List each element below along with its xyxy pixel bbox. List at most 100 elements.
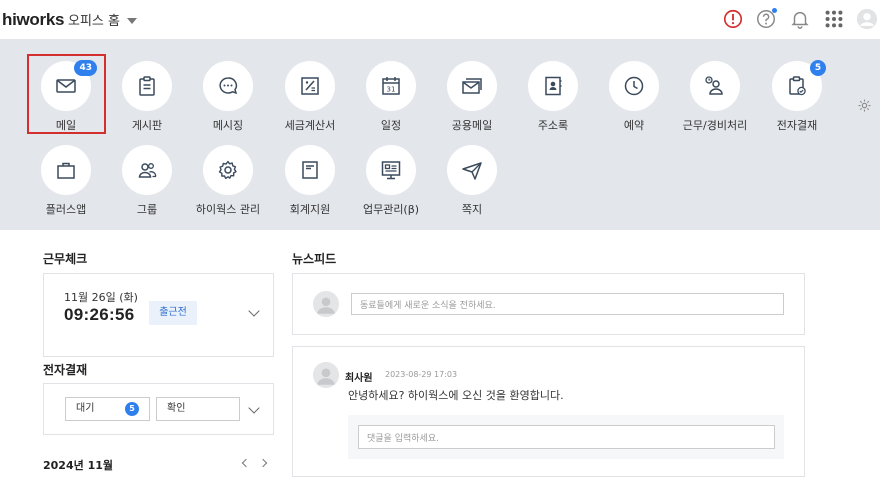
app-label: 메일 — [55, 119, 77, 132]
alert-icon[interactable] — [722, 8, 744, 30]
post-date: 2023-08-29 17:03 — [385, 370, 458, 379]
app-launcher-panel: 43 메일 게시판 메시징 세금계산서 31 일정 공용메일 주소록 예약 근무… — [0, 40, 880, 230]
dashboard-content: 근무체크 11월 26일 (화) 09:26:56 출근전 전자결재 대기 5 … — [0, 230, 880, 477]
wait-count-badge: 5 — [125, 402, 139, 416]
app-label: 쪽지 — [461, 203, 483, 216]
top-bar: hiworks 오피스 홈 — [0, 0, 880, 40]
app-label: 업무관리(β) — [362, 203, 420, 216]
bag-icon — [57, 162, 75, 179]
approval-wait-filter[interactable]: 대기 5 — [65, 397, 150, 421]
address-book-icon — [545, 76, 562, 96]
app-circle — [203, 145, 253, 195]
comment-input[interactable]: 댓글을 입력하세요. — [358, 425, 775, 449]
help-icon[interactable] — [755, 8, 777, 30]
svg-text:31: 31 — [387, 86, 396, 94]
panel-settings-icon[interactable] — [857, 98, 872, 113]
mail-icon — [56, 79, 76, 93]
approval-title: 전자결재 — [43, 363, 88, 377]
task-board-icon — [381, 161, 401, 180]
newsfeed-title: 뉴스피드 — [292, 252, 337, 266]
app-circle — [41, 145, 91, 195]
app-label: 회계지원 — [289, 203, 331, 216]
app-circle — [447, 61, 497, 111]
calendar-month-label: 2024년 11월 — [43, 459, 113, 472]
app-circle — [203, 61, 253, 111]
app-tax-invoice[interactable]: 세금계산서 — [270, 61, 350, 133]
app-circle — [285, 61, 335, 111]
app-shared-mail[interactable]: 공용메일 — [432, 61, 512, 133]
app-label: 플러스앱 — [45, 203, 87, 216]
app-label: 메시징 — [212, 119, 244, 132]
approval-card: 대기 5 확인 — [43, 383, 274, 435]
app-label: 전자결재 — [776, 119, 818, 132]
app-label: 주소록 — [537, 119, 569, 132]
app-group[interactable]: 그룹 — [107, 145, 187, 217]
app-approval[interactable]: 5 전자결재 — [757, 60, 837, 133]
app-messaging[interactable]: 메시징 — [188, 61, 268, 133]
app-circle — [122, 145, 172, 195]
app-note[interactable]: 쪽지 — [432, 145, 512, 217]
app-address-book[interactable]: 주소록 — [513, 61, 593, 133]
approval-confirm-filter[interactable]: 확인 — [156, 397, 240, 421]
caret-down-icon — [126, 17, 137, 24]
clock-icon — [624, 76, 644, 96]
newsfeed-post-card: 최사원 2023-08-29 17:03 안녕하세요? 하이웍스에 오신 것을 … — [292, 346, 805, 477]
app-board[interactable]: 게시판 — [107, 61, 187, 133]
apps-grid-icon[interactable] — [823, 8, 845, 30]
avatar — [313, 291, 339, 317]
calendar-icon: 31 — [382, 77, 400, 95]
note-plane-icon — [462, 162, 482, 180]
check-in-status-button[interactable]: 출근전 — [149, 301, 197, 325]
app-label: 예약 — [623, 119, 645, 132]
chat-icon — [219, 77, 238, 95]
approval-count-badge: 5 — [810, 60, 826, 76]
app-circle: 43 — [41, 60, 97, 111]
app-label: 하이웍스 관리 — [195, 203, 261, 216]
accounting-icon — [302, 161, 318, 179]
newsfeed-compose-card: 동료들에게 새로운 소식을 전하세요. — [292, 273, 805, 335]
post-body: 안녕하세요? 하이웍스에 오신 것을 환영합니다. — [348, 389, 564, 402]
app-circle — [690, 61, 740, 111]
app-label: 게시판 — [131, 119, 163, 132]
user-avatar-icon[interactable] — [856, 8, 878, 30]
office-home-label: 오피스 홈 — [68, 14, 120, 29]
board-icon — [139, 76, 155, 96]
app-label: 근무/경비처리 — [682, 119, 748, 132]
app-circle — [122, 61, 172, 111]
newsfeed-compose-input[interactable]: 동료들에게 새로운 소식을 전하세요. — [351, 293, 784, 315]
app-label: 그룹 — [136, 203, 158, 216]
prev-month-icon[interactable] — [241, 458, 251, 468]
approval-icon — [789, 76, 806, 96]
post-author[interactable]: 최사원 — [345, 369, 373, 384]
tax-invoice-icon — [301, 77, 319, 95]
app-circle — [528, 61, 578, 111]
app-circle — [609, 61, 659, 111]
gear-icon — [218, 160, 237, 180]
attendance-time: 09:26:56 — [64, 305, 135, 324]
app-reservation[interactable]: 예약 — [594, 61, 674, 133]
next-month-icon[interactable] — [258, 458, 268, 468]
app-calendar[interactable]: 31 일정 — [351, 61, 431, 133]
brand-logo[interactable]: hiworks — [2, 10, 64, 30]
app-plus-app[interactable]: 플러스앱 — [26, 145, 106, 217]
chevron-down-icon[interactable] — [248, 305, 260, 317]
app-mail[interactable]: 43 메일 — [26, 60, 106, 133]
app-circle — [447, 145, 497, 195]
app-hiworks-admin[interactable]: 하이웍스 관리 — [188, 145, 268, 217]
app-circle — [366, 145, 416, 195]
mail-count-badge: 43 — [74, 60, 97, 76]
shared-mail-icon — [462, 78, 482, 94]
app-circle: 31 — [366, 61, 416, 111]
work-expense-icon — [705, 76, 723, 95]
bell-icon[interactable] — [789, 8, 811, 30]
app-label: 일정 — [380, 119, 402, 132]
attendance-title: 근무체크 — [43, 252, 88, 266]
app-label: 공용메일 — [451, 119, 493, 132]
app-work-expense[interactable]: 근무/경비처리 — [675, 61, 755, 133]
office-home-selector[interactable]: 오피스 홈 — [68, 10, 137, 29]
app-task-management[interactable]: 업무관리(β) — [351, 145, 431, 217]
group-icon — [138, 163, 157, 178]
chevron-down-icon[interactable] — [248, 402, 260, 414]
app-label: 세금계산서 — [284, 119, 336, 132]
app-accounting[interactable]: 회계지원 — [270, 145, 350, 217]
